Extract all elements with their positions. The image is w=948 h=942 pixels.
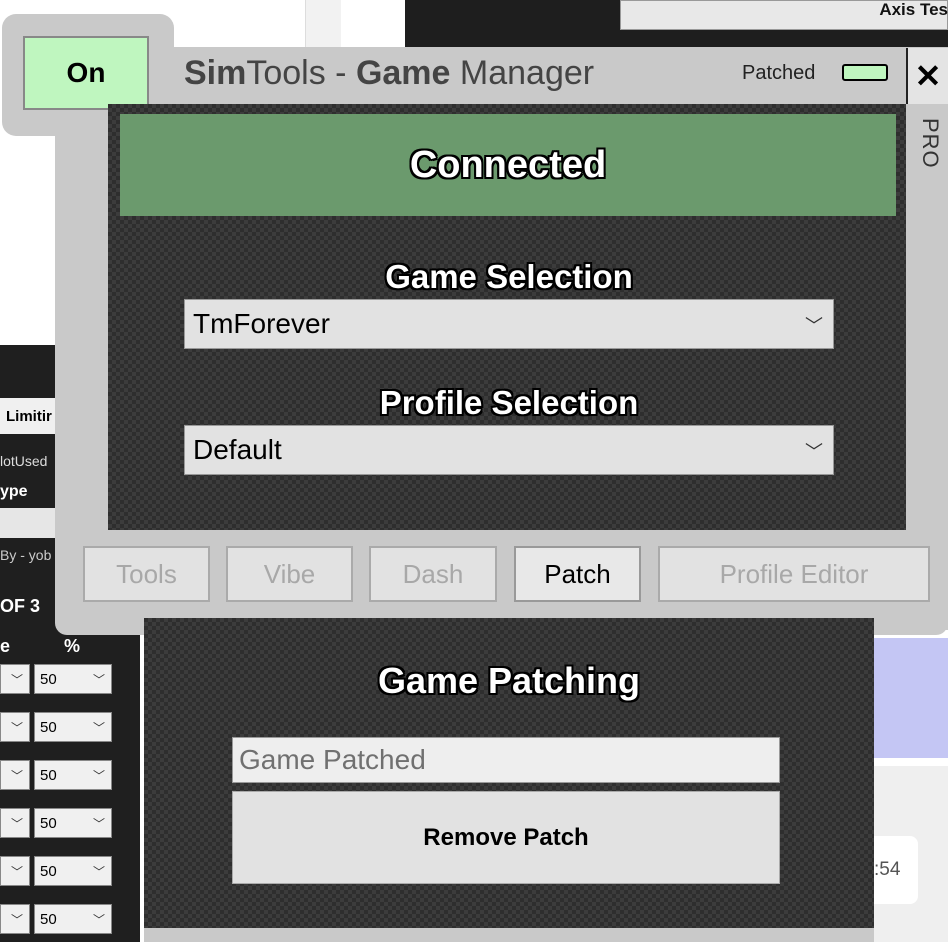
patched-indicator <box>842 64 888 81</box>
background-window-right <box>874 638 948 758</box>
profile-selection-label: Profile Selection <box>379 384 639 421</box>
profile-select-value: Default <box>193 434 282 465</box>
background-select-percent[interactable]: 50 ﹀ <box>34 664 112 694</box>
background-select-percent[interactable]: 50 ﹀ <box>34 856 112 886</box>
background-row <box>0 508 55 538</box>
background-percent-header: % <box>64 636 81 656</box>
chevron-down-icon: ﹀ <box>10 721 23 735</box>
window-title: SimTools - Game Manager <box>184 54 595 92</box>
background-select-percent[interactable]: 50 ﹀ <box>34 712 112 742</box>
tab-profile-editor[interactable]: Profile Editor <box>658 546 930 602</box>
remove-patch-button[interactable]: Remove Patch <box>232 791 780 884</box>
game-select[interactable]: TmForever ﹀ <box>184 299 834 349</box>
background-tab-limit[interactable]: Limitir <box>0 398 55 434</box>
chevron-down-icon: ﹀ <box>10 865 23 879</box>
background-select-left[interactable]: ﹀ <box>0 808 30 838</box>
background-dof-label: OF 3 <box>0 596 41 616</box>
game-select-value: TmForever <box>193 308 330 339</box>
chevron-down-icon: ﹀ <box>92 673 105 687</box>
panel-bottom-edge <box>144 928 874 942</box>
background-select-left[interactable]: ﹀ <box>0 856 30 886</box>
chevron-down-icon: ﹀ <box>92 913 105 927</box>
tab-dash[interactable]: Dash <box>369 546 497 602</box>
chevron-down-icon: ﹀ <box>805 442 823 462</box>
background-select-left[interactable]: ﹀ <box>0 712 30 742</box>
background-author-label: By - yob <box>0 547 52 563</box>
power-toggle-button[interactable]: On <box>23 36 149 110</box>
background-select-left[interactable]: ﹀ <box>0 664 30 694</box>
tab-tools[interactable]: Tools <box>83 546 210 602</box>
pro-label: PRO <box>918 118 943 169</box>
chevron-down-icon: ﹀ <box>10 673 23 687</box>
connection-status: Connected <box>120 114 896 216</box>
chevron-down-icon: ﹀ <box>805 316 823 336</box>
chevron-down-icon: ﹀ <box>92 721 105 735</box>
chevron-down-icon: ﹀ <box>10 913 23 927</box>
background-axis-label: Axis Tes <box>879 0 948 19</box>
background-select-left[interactable]: ﹀ <box>0 904 30 934</box>
game-selection-label: Game Selection <box>385 258 633 295</box>
profile-select[interactable]: Default ﹀ <box>184 425 834 475</box>
chevron-down-icon: ﹀ <box>92 865 105 879</box>
background-select-percent[interactable]: 50 ﹀ <box>34 808 112 838</box>
chevron-down-icon: ﹀ <box>10 769 23 783</box>
background-column-header: e <box>0 636 11 656</box>
close-icon: ✕ <box>914 58 942 94</box>
close-button[interactable]: ✕ <box>906 48 948 104</box>
background-select-percent[interactable]: 50 ﹀ <box>34 760 112 790</box>
background-select-percent[interactable]: 50 ﹀ <box>34 904 112 934</box>
tab-vibe[interactable]: Vibe <box>226 546 353 602</box>
chevron-down-icon: ﹀ <box>92 817 105 831</box>
background-time-bubble: :54 <box>874 836 918 904</box>
background-select-left[interactable]: ﹀ <box>0 760 30 790</box>
tab-patch[interactable]: Patch <box>514 546 641 602</box>
patch-status-field: Game Patched <box>232 737 780 783</box>
game-patching-title: Game Patching <box>377 660 641 701</box>
background-notused-label: lotUsed <box>0 453 48 469</box>
background-type-label: ype <box>0 483 28 500</box>
chevron-down-icon: ﹀ <box>92 769 105 783</box>
patched-label: Patched <box>742 62 816 84</box>
chevron-down-icon: ﹀ <box>10 817 23 831</box>
